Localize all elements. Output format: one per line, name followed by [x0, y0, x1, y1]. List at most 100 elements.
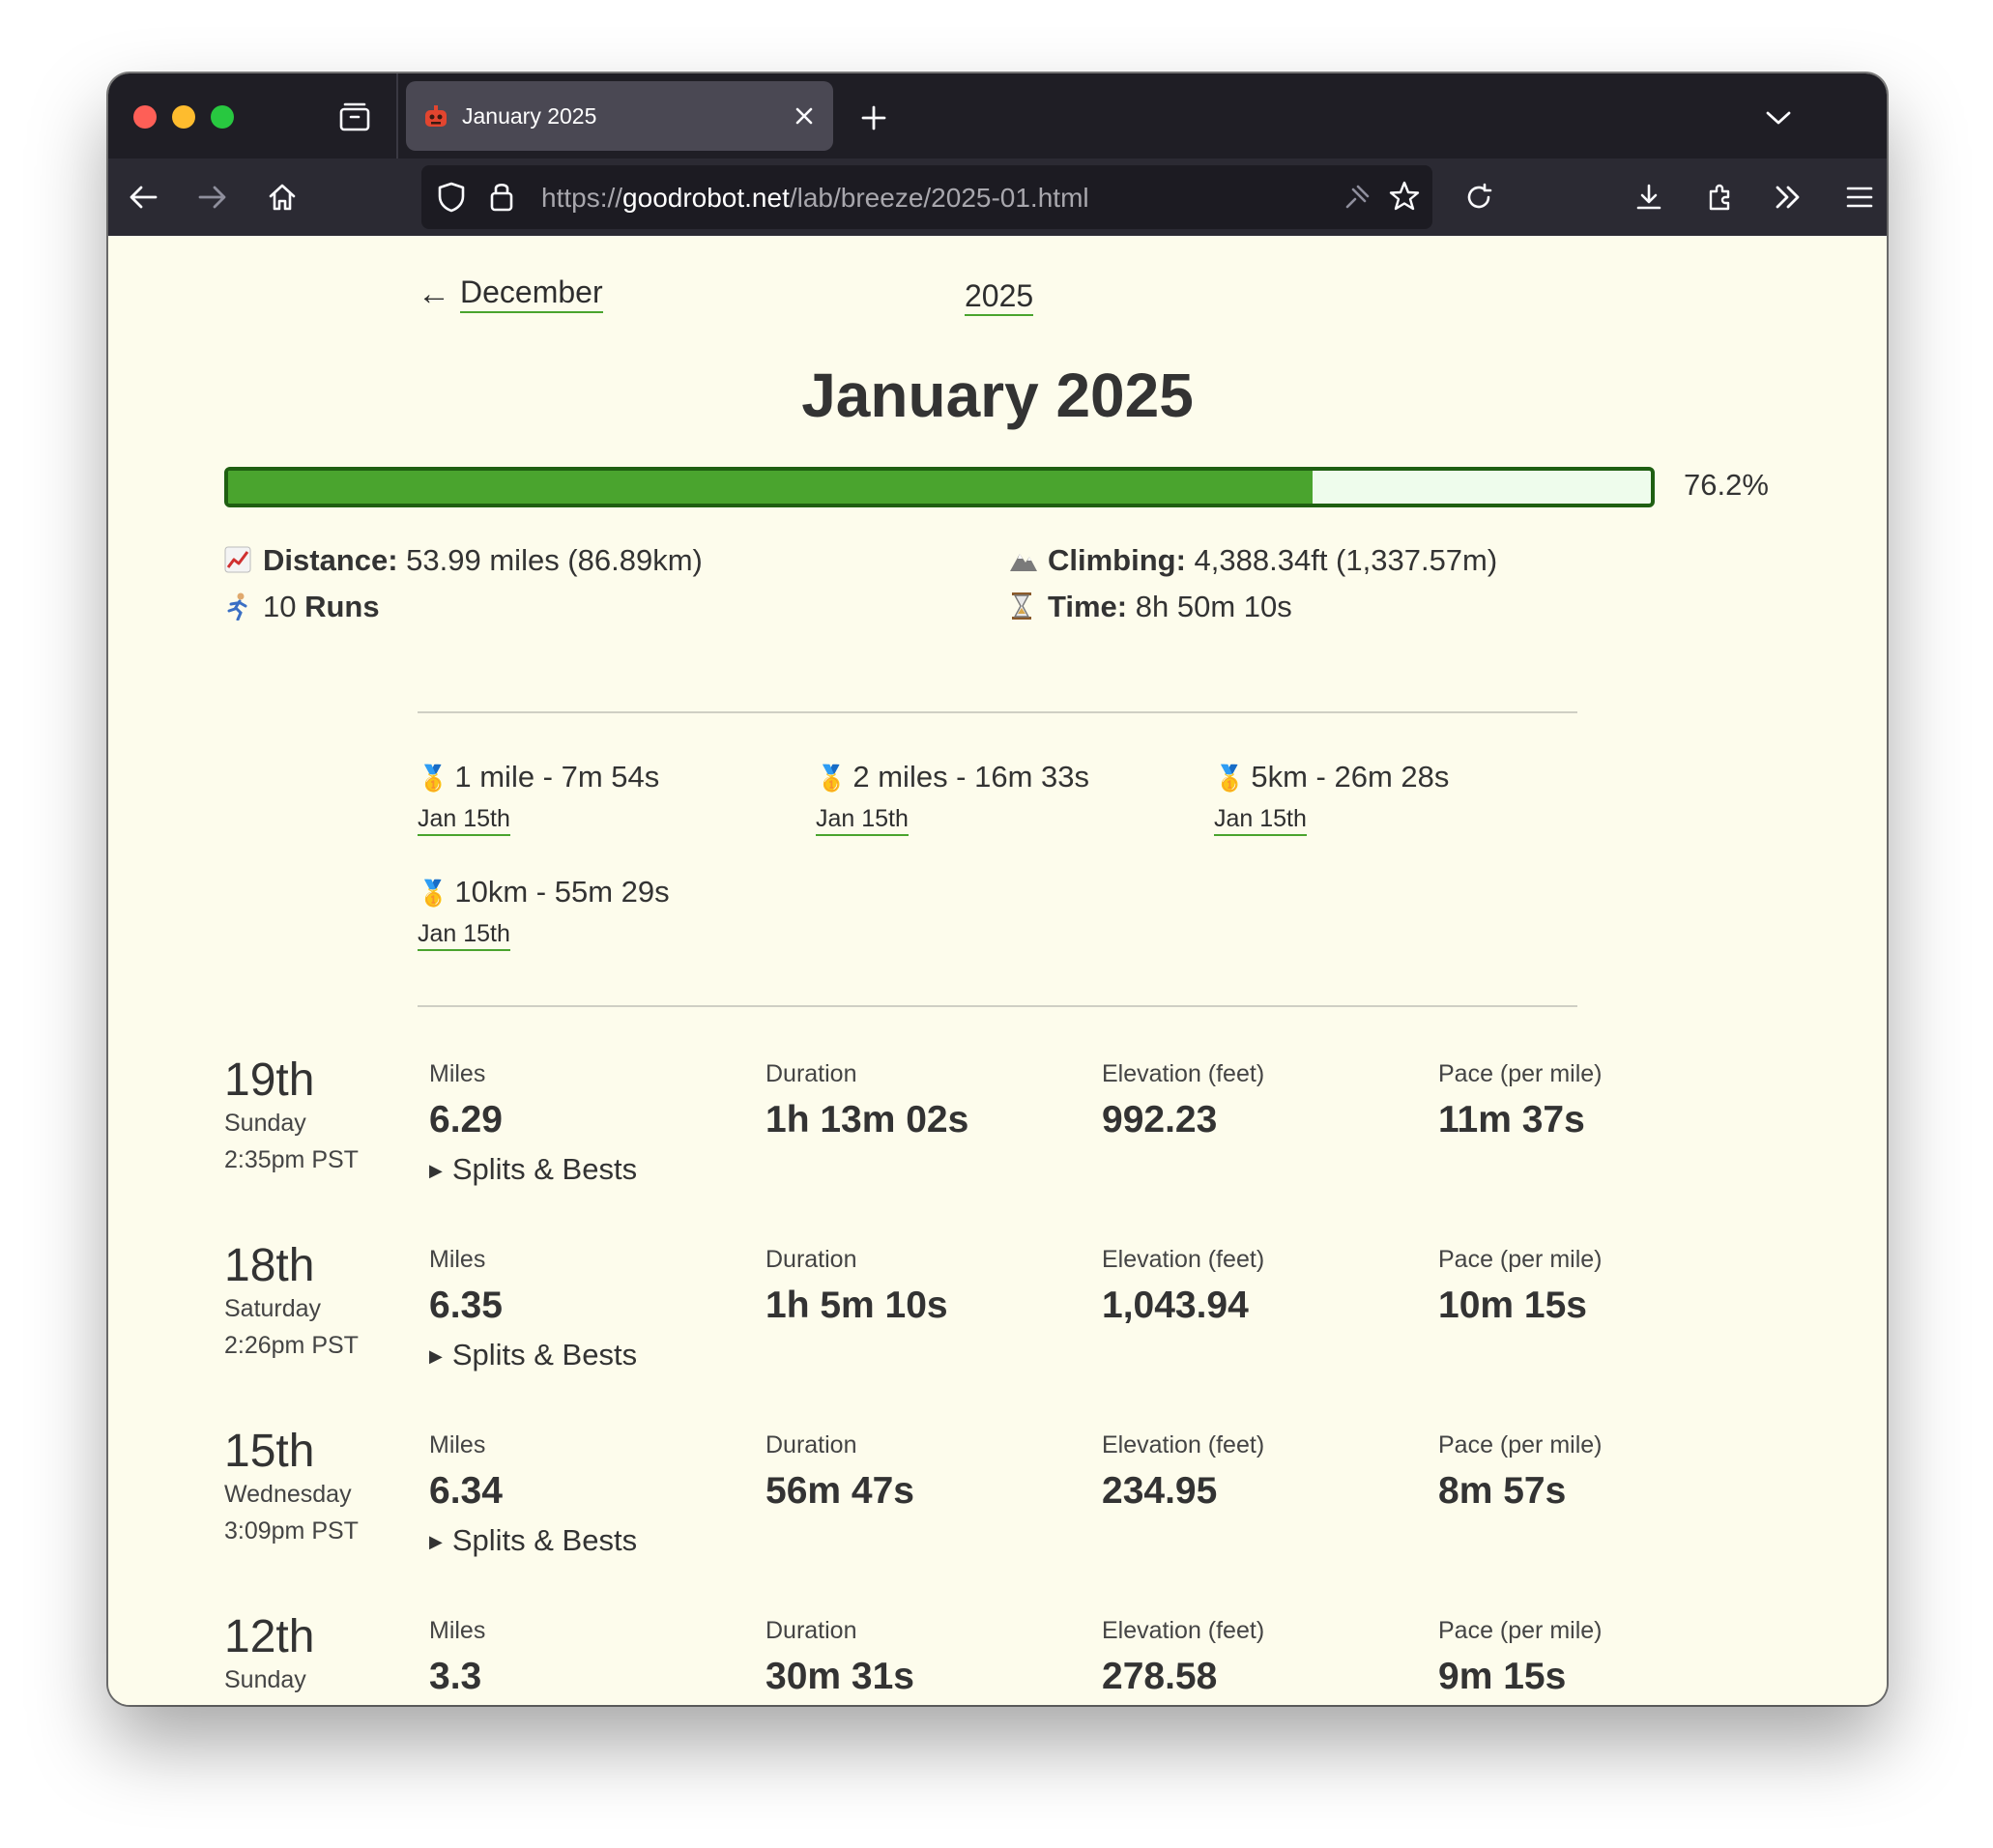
splits-toggle[interactable]: ▶ Splits & Bests: [429, 1152, 637, 1187]
close-window-button[interactable]: [133, 105, 157, 129]
run-time: 2:35pm PST: [224, 1146, 359, 1173]
miles-value: 3.3: [429, 1656, 482, 1697]
gold-medal-icon: 🥇: [1214, 764, 1246, 793]
forward-arrow-icon[interactable]: [193, 178, 232, 217]
extensions-icon[interactable]: [1701, 178, 1740, 217]
download-icon[interactable]: [1630, 178, 1668, 217]
elevation-column: Elevation (feet) 1,043.94: [1102, 1239, 1264, 1330]
record-date-link[interactable]: Jan 15th: [1214, 805, 1307, 836]
record-10km: 🥇 10km - 55m 29s Jan 15th: [418, 873, 670, 951]
miles-value: 6.29: [429, 1099, 503, 1141]
minimize-window-button[interactable]: [172, 105, 195, 129]
left-arrow-icon: ←: [418, 274, 450, 312]
elevation-label: Elevation (feet): [1102, 1246, 1265, 1273]
record-title: 2 miles - 16m 33s: [852, 760, 1090, 794]
run-time: 2:26pm PST: [224, 1332, 359, 1359]
time-stat: Time: 8h 50m 10s: [1009, 588, 1292, 627]
chart-increasing-icon: [224, 542, 255, 581]
home-icon[interactable]: [263, 178, 302, 217]
year-link[interactable]: 2025: [965, 278, 1034, 316]
pace-value: 9m 15s: [1438, 1656, 1567, 1697]
miles-column: Miles 6.35: [429, 1239, 503, 1330]
title-bar: January 2025: [108, 73, 1887, 159]
splits-label: Splits & Bests: [451, 1338, 638, 1372]
robot-favicon-icon: [423, 104, 448, 130]
elevation-label: Elevation (feet): [1102, 1617, 1265, 1644]
record-title: 10km - 55m 29s: [454, 875, 670, 909]
shield-icon[interactable]: [437, 182, 466, 217]
back-arrow-icon[interactable]: [124, 178, 162, 217]
year-nav: 2025: [965, 278, 1034, 316]
divider-bottom: [418, 1005, 1577, 1007]
pace-column: Pace (per mile) 11m 37s: [1438, 1054, 1603, 1144]
distance-stat: Distance: 53.99 miles (86.89km): [224, 541, 703, 581]
pace-column: Pace (per mile) 8m 57s: [1438, 1425, 1603, 1516]
pin-icon[interactable]: [1342, 182, 1372, 217]
progress-fill: [228, 471, 1313, 504]
month-progress-bar: [224, 467, 1655, 507]
miles-column: Miles 6.29: [429, 1054, 503, 1144]
pace-label: Pace (per mile): [1438, 1060, 1603, 1087]
new-tab-icon[interactable]: [854, 99, 893, 137]
record-date-link[interactable]: Jan 15th: [418, 920, 510, 951]
miles-label: Miles: [429, 1246, 486, 1273]
chevron-down-icon[interactable]: [1759, 99, 1798, 137]
address-bar[interactable]: https://goodrobot.net/lab/breeze/2025-01…: [421, 165, 1432, 229]
duration-value: 56m 47s: [765, 1470, 914, 1512]
run-weekday: Saturday: [224, 1295, 322, 1322]
run-row: 18th Saturday 2:26pm PST Miles 6.35 Durat…: [224, 1239, 1771, 1425]
pace-value: 10m 15s: [1438, 1285, 1587, 1326]
run-weekday: Wednesday: [224, 1481, 352, 1508]
url-text[interactable]: https://goodrobot.net/lab/breeze/2025-01…: [541, 182, 1089, 215]
run-weekday: Sunday: [224, 1666, 306, 1693]
duration-label: Duration: [765, 1617, 857, 1644]
disclosure-triangle-icon: ▶: [429, 1161, 443, 1180]
record-1-mile: 🥇 1 mile - 7m 54s Jan 15th: [418, 758, 659, 836]
run-day: 12th: [224, 1611, 315, 1662]
record-date-link[interactable]: Jan 15th: [418, 805, 510, 836]
pace-column: Pace (per mile) 10m 15s: [1438, 1239, 1603, 1330]
duration-column: Duration 56m 47s: [765, 1425, 914, 1516]
tab-groups-icon[interactable]: [334, 97, 375, 137]
zoom-window-button[interactable]: [211, 105, 234, 129]
menu-hamburger-icon[interactable]: [1840, 178, 1879, 217]
prev-month-link[interactable]: December: [460, 274, 603, 313]
run-row: 19th Sunday 2:35pm PST Miles 6.29 Duratio…: [224, 1054, 1771, 1239]
record-5km: 🥇 5km - 26m 28s Jan 15th: [1214, 758, 1449, 836]
pace-column: Pace (per mile) 9m 15s: [1438, 1610, 1603, 1701]
climbing-stat: Climbing: 4,388.34ft (1,337.57m): [1009, 541, 1497, 581]
pace-label: Pace (per mile): [1438, 1431, 1603, 1458]
record-date-link[interactable]: Jan 15th: [816, 805, 909, 836]
duration-label: Duration: [765, 1060, 857, 1087]
tab-title: January 2025: [462, 103, 597, 129]
run-weekday: Sunday: [224, 1110, 306, 1137]
pace-label: Pace (per mile): [1438, 1617, 1603, 1644]
splits-toggle[interactable]: ▶ Splits & Bests: [429, 1338, 637, 1372]
elevation-column: Elevation (feet) 992.23: [1102, 1054, 1264, 1144]
hourglass-icon: [1009, 589, 1040, 627]
duration-label: Duration: [765, 1246, 857, 1273]
record-2-miles: 🥇 2 miles - 16m 33s Jan 15th: [816, 758, 1089, 836]
tab-january-2025[interactable]: January 2025: [406, 81, 833, 151]
tab-close-icon[interactable]: [789, 101, 820, 131]
elevation-column: Elevation (feet) 234.95: [1102, 1425, 1264, 1516]
reload-icon[interactable]: [1459, 178, 1498, 217]
miles-label: Miles: [429, 1431, 486, 1458]
bookmark-star-icon[interactable]: [1388, 180, 1421, 217]
duration-column: Duration 1h 5m 10s: [765, 1239, 948, 1330]
tab-separator: [396, 73, 398, 159]
record-title: 5km - 26m 28s: [1251, 760, 1450, 794]
duration-value: 30m 31s: [765, 1656, 914, 1697]
splits-toggle[interactable]: ▶ Splits & Bests: [429, 1523, 637, 1558]
run-day: 19th: [224, 1054, 315, 1106]
splits-label: Splits & Bests: [451, 1152, 638, 1186]
run-day: 15th: [224, 1426, 315, 1477]
prev-month-nav: ← December: [418, 274, 603, 313]
run-row: 15th Wednesday 3:09pm PST Miles 6.34 Dura…: [224, 1425, 1771, 1610]
duration-column: Duration 30m 31s: [765, 1610, 914, 1701]
run-day: 18th: [224, 1240, 315, 1291]
divider-top: [418, 711, 1577, 713]
overflow-chevrons-icon[interactable]: [1769, 178, 1807, 217]
lock-icon[interactable]: [489, 180, 514, 217]
nav-toolbar: https://goodrobot.net/lab/breeze/2025-01…: [108, 159, 1887, 236]
